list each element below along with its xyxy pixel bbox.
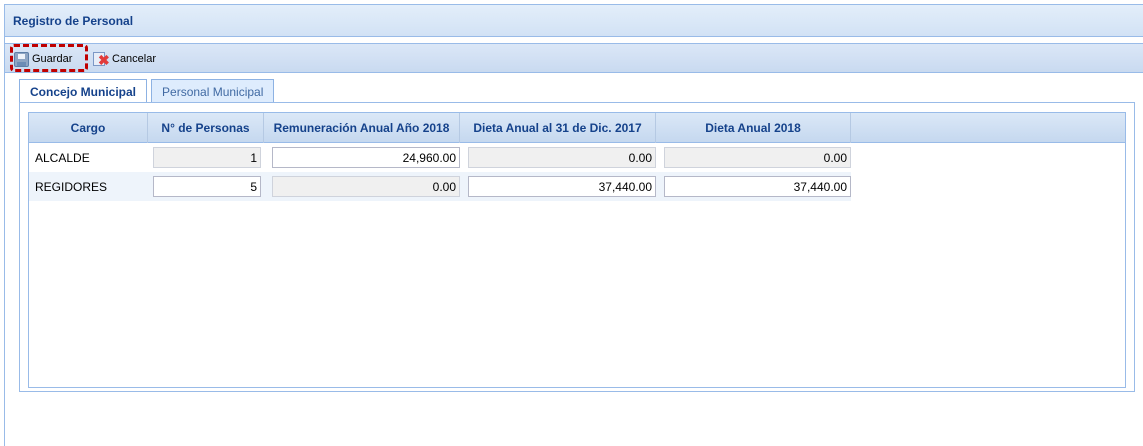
personas-field — [153, 147, 261, 168]
window-title: Registro de Personal — [13, 14, 134, 28]
tab-panel: Cargo N° de Personas Remuneración Anual … — [19, 102, 1135, 392]
column-header-dieta-2018[interactable]: Dieta Anual 2018 — [656, 113, 851, 143]
registro-personal-window: Registro de Personal Guardar ✖ Cancelar … — [4, 4, 1143, 446]
tab-personal-municipal[interactable]: Personal Municipal — [151, 79, 275, 103]
table-row: REGIDORES — [29, 172, 851, 201]
personas-field[interactable] — [153, 176, 261, 197]
column-header-dieta-2017[interactable]: Dieta Anual al 31 de Dic. 2017 — [460, 113, 656, 143]
table-row: ALCALDE — [29, 143, 851, 172]
dieta-2018-field — [664, 147, 851, 168]
save-highlight-box — [10, 44, 88, 72]
column-header-remuneracion[interactable]: Remuneración Anual Año 2018 — [264, 113, 460, 143]
dieta-2017-field — [468, 147, 656, 168]
tab-strip: Concejo Municipal Personal Municipal — [19, 79, 278, 104]
column-header-personas[interactable]: N° de Personas — [148, 113, 264, 143]
column-header-cargo[interactable]: Cargo — [29, 113, 148, 143]
remuneracion-field[interactable] — [272, 147, 460, 168]
toolbar: Guardar ✖ Cancelar — [5, 43, 1143, 73]
tab-concejo-municipal[interactable]: Concejo Municipal — [19, 79, 148, 104]
grid-header: Cargo N° de Personas Remuneración Anual … — [29, 113, 1125, 143]
personal-grid: Cargo N° de Personas Remuneración Anual … — [28, 112, 1126, 388]
cargo-cell: ALCALDE — [35, 151, 90, 165]
cancel-icon: ✖ — [93, 51, 110, 67]
cancel-button[interactable]: ✖ Cancelar — [93, 50, 156, 68]
cancel-button-label: Cancelar — [112, 53, 157, 65]
cargo-cell: REGIDORES — [35, 180, 108, 194]
remuneracion-field — [272, 176, 460, 197]
dieta-2018-field[interactable] — [664, 176, 851, 197]
window-title-bar: Registro de Personal — [5, 5, 1143, 37]
dieta-2017-field[interactable] — [468, 176, 656, 197]
